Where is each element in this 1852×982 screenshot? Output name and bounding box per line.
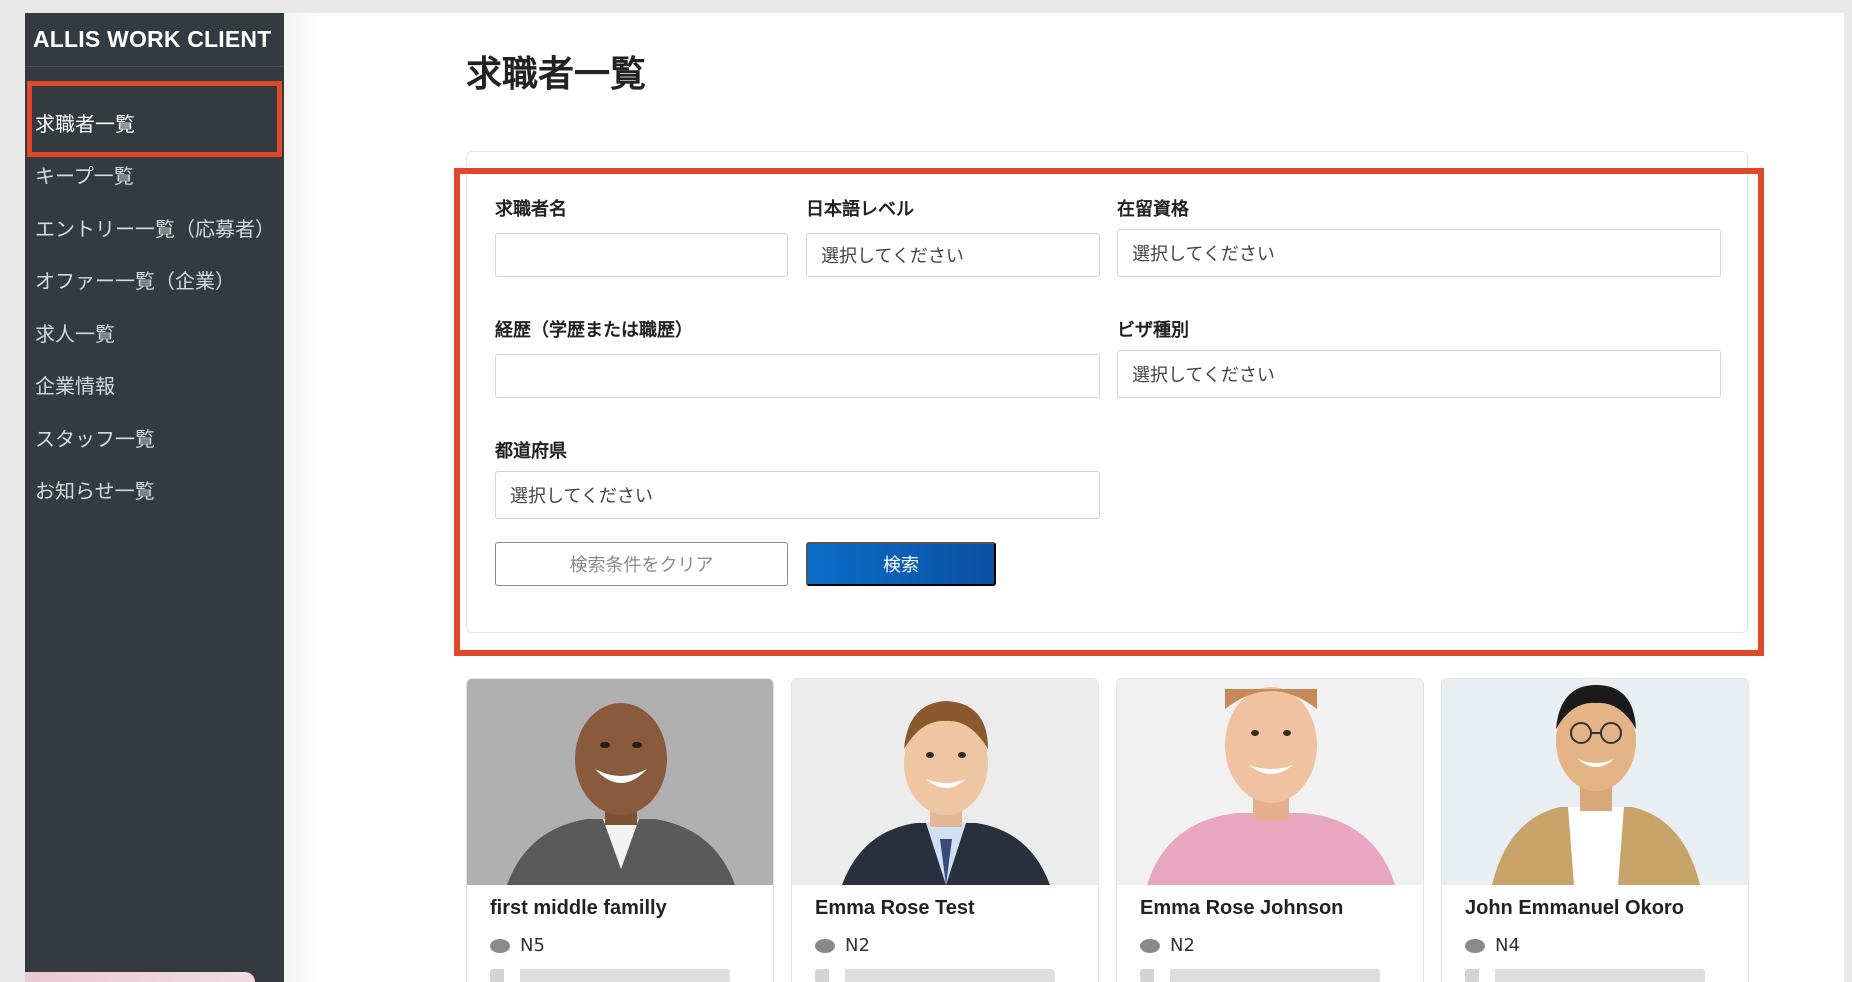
sidebar-item-staff-list[interactable]: スタッフ一覧 bbox=[25, 411, 284, 464]
sidebar-item-entry-list[interactable]: エントリー一覧（応募者） bbox=[25, 201, 284, 254]
sidebar-item-job-list[interactable]: 求人一覧 bbox=[25, 306, 284, 359]
candidate-name: Emma Rose Johnson bbox=[1140, 897, 1344, 919]
candidate-name: John Emmanuel Okoro bbox=[1465, 897, 1684, 919]
candidate-location-truncated bbox=[1465, 969, 1705, 982]
residence-status-label: 在留資格 bbox=[1117, 199, 1189, 220]
candidate-photo-image bbox=[1117, 679, 1423, 885]
candidate-card[interactable]: John Emmanuel Okoro N4 bbox=[1441, 678, 1749, 982]
career-input[interactable] bbox=[495, 354, 1100, 398]
residence-status-select[interactable]: 選択してください bbox=[1117, 229, 1721, 277]
search-button[interactable]: 検索 bbox=[806, 542, 996, 586]
candidate-card[interactable]: first middle familly N5 bbox=[466, 678, 774, 982]
candidate-location-truncated bbox=[815, 969, 1055, 982]
candidate-photo-image bbox=[467, 679, 773, 885]
candidate-language-level: N2 bbox=[1140, 935, 1195, 956]
candidate-level-text: N4 bbox=[1495, 935, 1520, 956]
name-input[interactable] bbox=[495, 233, 788, 277]
sidebar: ALLIS WORK CLIENT 求職者一覧 キープ一覧 エントリー一覧（応募… bbox=[25, 13, 284, 982]
sidebar-item-notices[interactable]: お知らせ一覧 bbox=[25, 464, 284, 517]
candidate-language-level: N2 bbox=[815, 935, 870, 956]
chat-bubble-icon bbox=[490, 938, 510, 953]
candidate-level-text: N2 bbox=[845, 935, 870, 956]
candidate-location-truncated bbox=[1140, 969, 1380, 982]
candidate-level-text: N2 bbox=[1170, 935, 1195, 956]
page-title: 求職者一覧 bbox=[466, 54, 647, 95]
prefecture-select[interactable]: 選択してください bbox=[495, 471, 1100, 519]
candidate-language-level: N4 bbox=[1465, 935, 1520, 956]
candidate-photo bbox=[792, 679, 1098, 885]
clear-filters-button[interactable]: 検索条件をクリア bbox=[495, 542, 788, 586]
career-label: 経歴（学歴または職歴） bbox=[495, 320, 693, 341]
candidate-photo bbox=[1442, 679, 1748, 885]
candidate-photo bbox=[1117, 679, 1423, 885]
sidebar-item-job-seekers[interactable]: 求職者一覧 bbox=[25, 96, 284, 149]
candidate-name: first middle familly bbox=[490, 897, 667, 919]
sidebar-bottom-decoration bbox=[25, 972, 255, 982]
chat-bubble-icon bbox=[1140, 938, 1160, 953]
sidebar-item-offer-list[interactable]: オファー一覧（企業） bbox=[25, 254, 284, 307]
chat-bubble-icon bbox=[1465, 938, 1485, 953]
sidebar-item-company-info[interactable]: 企業情報 bbox=[25, 359, 284, 412]
japanese-level-select[interactable]: 選択してください bbox=[806, 233, 1100, 277]
candidate-card[interactable]: Emma Rose Test N2 bbox=[791, 678, 1099, 982]
candidate-language-level: N5 bbox=[490, 935, 545, 956]
main-content: 求職者一覧 求職者名 日本語レベル 選択してください 在留資格 選択してください… bbox=[284, 13, 1844, 982]
name-label: 求職者名 bbox=[495, 199, 567, 220]
sidebar-item-keep-list[interactable]: キープ一覧 bbox=[25, 149, 284, 202]
sidebar-nav: 求職者一覧 キープ一覧 エントリー一覧（応募者） オファー一覧（企業） 求人一覧… bbox=[25, 96, 284, 516]
candidate-location-truncated bbox=[490, 969, 730, 982]
candidate-photo-image bbox=[792, 679, 1098, 885]
candidate-photo-image bbox=[1442, 679, 1748, 885]
prefecture-label: 都道府県 bbox=[495, 441, 567, 462]
brand-logo: ALLIS WORK CLIENT bbox=[25, 13, 284, 67]
visa-type-label: ビザ種別 bbox=[1117, 320, 1189, 341]
candidate-name: Emma Rose Test bbox=[815, 897, 975, 919]
chat-bubble-icon bbox=[815, 938, 835, 953]
candidate-photo bbox=[467, 679, 773, 885]
japanese-level-label: 日本語レベル bbox=[806, 199, 914, 220]
candidate-level-text: N5 bbox=[520, 935, 545, 956]
candidate-card[interactable]: Emma Rose Johnson N2 bbox=[1116, 678, 1424, 982]
visa-type-select[interactable]: 選択してください bbox=[1117, 350, 1721, 398]
